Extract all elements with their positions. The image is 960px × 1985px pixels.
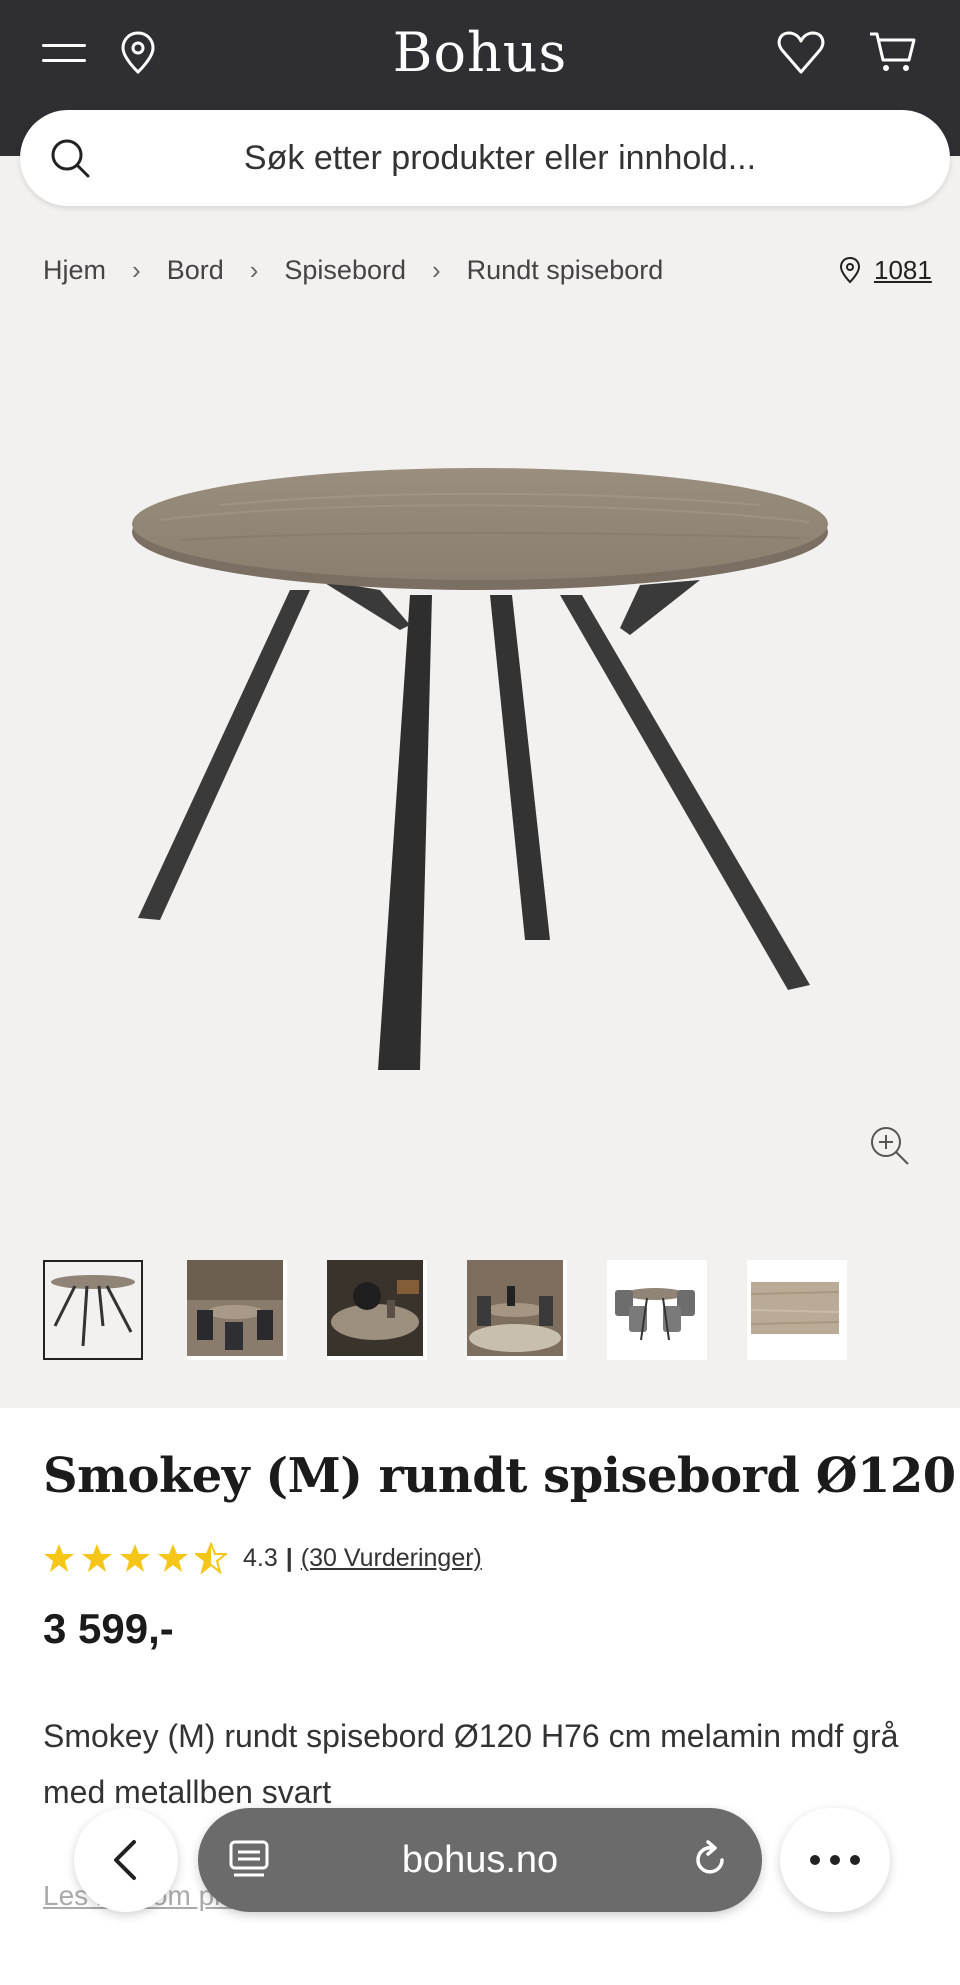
thumbnail-2[interactable] [187,1260,287,1360]
rating-divider: | [285,1543,293,1572]
location-pin-icon[interactable] [118,30,158,76]
thumbnail-5[interactable] [607,1260,707,1360]
product-page: Bohus Søk etter produkter eller innhold.… [0,0,960,1985]
breadcrumb-item-bord[interactable]: Bord [167,255,224,286]
url-text[interactable]: bohus.no [198,1808,762,1912]
reload-icon[interactable] [688,1838,732,1882]
search-input[interactable]: Søk etter produkter eller innhold... [140,110,860,206]
cart-icon[interactable] [868,28,916,74]
store-number[interactable]: 1081 [874,255,932,286]
thumbnail-dining-image [467,1260,563,1356]
thumbnail-1[interactable] [43,1260,143,1360]
search-icon [51,139,90,178]
breadcrumb-item-hjem[interactable]: Hjem [43,255,106,286]
site-logo[interactable]: Bohus [380,18,580,88]
address-bar[interactable]: bohus.no [198,1808,762,1912]
product-rating: 4.3 | (30 Vurderinger) [43,1538,482,1578]
back-arrow-icon [114,1840,136,1880]
chevron-right-icon: › [249,254,259,285]
thumbnail-wood-texture-image [747,1260,843,1356]
back-button[interactable] [74,1808,178,1912]
star-icon [158,1544,188,1572]
store-selector[interactable]: 1081 [838,250,932,290]
product-image[interactable] [120,460,840,1090]
star-icon [82,1544,112,1572]
thumbnail-6[interactable] [747,1260,847,1360]
thumbnail-closeup-image [327,1260,423,1356]
star-icon [44,1544,74,1572]
rating-value: 4.3 [243,1543,278,1572]
menu-icon[interactable] [42,38,86,68]
location-pin-icon [839,256,861,284]
chevron-right-icon: › [132,254,141,285]
chevron-right-icon: › [432,254,441,285]
more-icon [810,1855,860,1865]
product-price: 3 599,- [43,1605,174,1652]
thumbnail-chairs-image [607,1260,703,1356]
zoom-in-icon[interactable] [868,1124,910,1166]
breadcrumb-item-rundt-spisebord[interactable]: Rundt spisebord [467,255,664,286]
breadcrumb: Hjem › Bord › Spisebord › Rundt spisebor… [43,248,663,292]
star-half-icon [195,1542,227,1574]
thumbnail-3[interactable] [327,1260,427,1360]
more-button[interactable] [780,1808,890,1912]
heart-icon[interactable] [776,30,826,76]
thumbnail-4[interactable] [467,1260,567,1360]
product-description: Smokey (M) rundt spisebord Ø120 H76 cm m… [43,1718,899,1810]
search-bar[interactable]: Søk etter produkter eller innhold... [20,110,950,206]
star-icon [120,1544,150,1572]
breadcrumb-item-spisebord[interactable]: Spisebord [284,255,406,286]
product-title: Smokey (M) rundt spisebord Ø120 [43,1448,956,1504]
thumbnail-table-image [45,1262,141,1358]
thumbnail-room-image [187,1260,283,1356]
reviews-link[interactable]: (30 Vurderinger) [301,1544,482,1573]
